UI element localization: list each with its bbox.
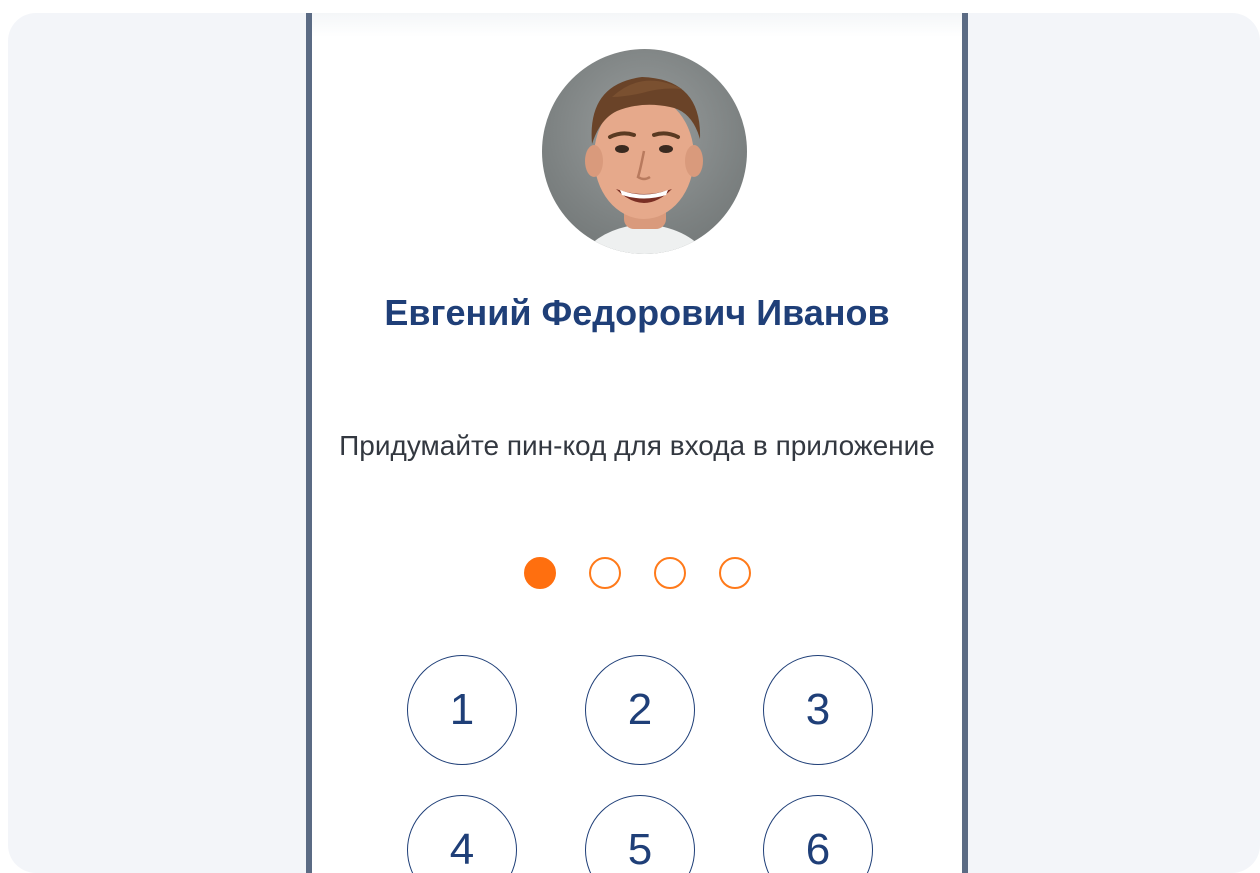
key-5-button[interactable]: 5 (585, 795, 695, 873)
key-3-button[interactable]: 3 (763, 655, 873, 765)
pin-dot-empty (653, 557, 686, 589)
pin-dot-filled (523, 557, 556, 589)
preview-canvas: Евгений Федорович Иванов Придумайте пин-… (8, 13, 1260, 873)
user-full-name: Евгений Федорович Иванов (384, 292, 890, 333)
key-6-button[interactable]: 6 (763, 795, 873, 873)
pin-dot-empty (588, 557, 621, 589)
pin-prompt: Придумайте пин-код для входа в приложени… (339, 430, 935, 461)
pin-indicator (312, 557, 962, 589)
key-2-button[interactable]: 2 (585, 655, 695, 765)
pin-dot-empty (718, 557, 751, 589)
pin-keypad: 1 2 3 4 5 6 (407, 655, 877, 873)
key-4-button[interactable]: 4 (407, 795, 517, 873)
status-area (312, 13, 962, 37)
avatar (542, 49, 747, 254)
user-photo-icon (582, 77, 707, 254)
phone-screen: Евгений Федорович Иванов Придумайте пин-… (306, 13, 968, 873)
key-1-button[interactable]: 1 (407, 655, 517, 765)
